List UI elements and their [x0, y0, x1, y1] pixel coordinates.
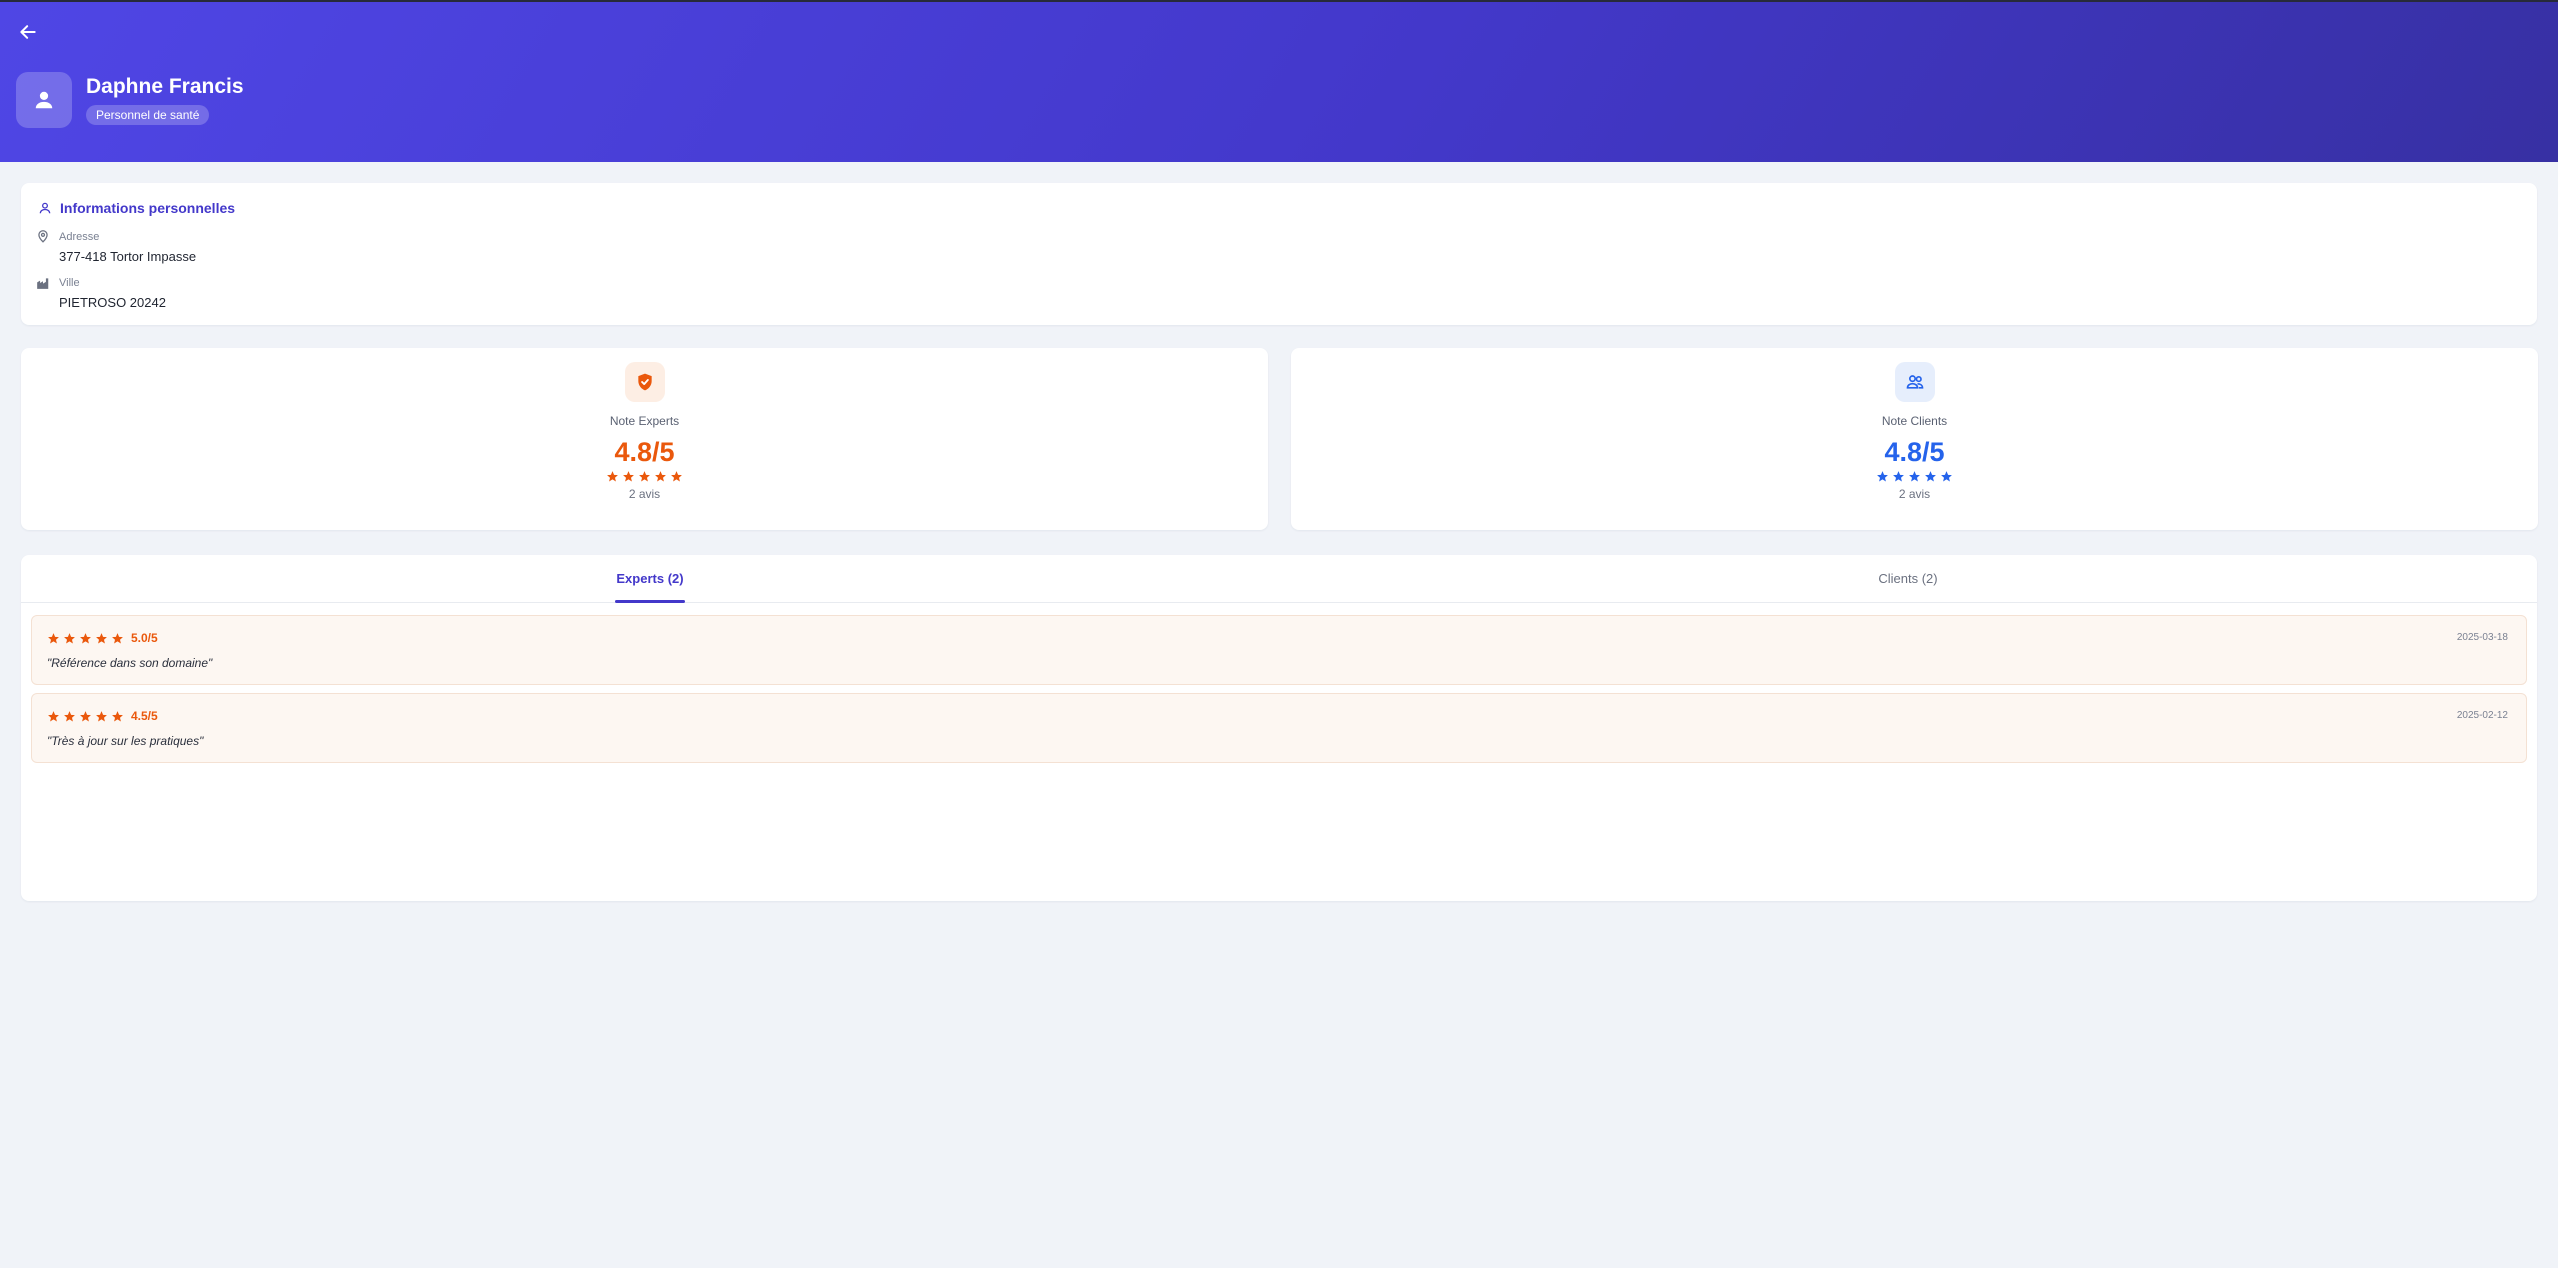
star-icon	[96, 632, 107, 643]
star-icon	[607, 471, 618, 482]
star-icon	[96, 710, 107, 721]
star-icon	[80, 632, 91, 643]
tab-clients[interactable]: Clients (2)	[1279, 555, 2537, 603]
star-icon	[671, 471, 682, 482]
star-icon	[1877, 471, 1888, 482]
review-score: 4.5/5	[131, 709, 158, 723]
star-icon	[48, 710, 59, 721]
clients-rating-card: Note Clients 4.8/5 2 avis	[1291, 348, 2538, 530]
experts-rating-label: Note Experts	[609, 414, 680, 428]
review-item: 5.0/5 2025-03-18 "Référence dans son dom…	[31, 615, 2527, 685]
profile-name: Daphne Francis	[86, 75, 244, 98]
experts-rating-count: 2 avis	[628, 487, 661, 501]
star-icon	[64, 710, 75, 721]
star-icon	[1893, 471, 1904, 482]
review-date: 2025-03-18	[2456, 632, 2508, 643]
star-icon	[639, 471, 650, 482]
tab-experts-label: Experts (2)	[615, 555, 685, 603]
star-icon	[1925, 471, 1936, 482]
arrow-left-icon	[20, 25, 36, 39]
users-icon	[1906, 375, 1923, 389]
clients-rating-label: Note Clients	[1881, 414, 1948, 428]
clients-rating-stars	[1876, 470, 1953, 483]
star-icon	[623, 471, 634, 482]
address-label: Adresse	[59, 231, 100, 243]
building-icon	[37, 278, 49, 289]
star-icon	[112, 632, 123, 643]
experts-icon-box	[624, 362, 665, 402]
tab-clients-label: Clients (2)	[1878, 571, 1938, 586]
address-value: 377-418 Tortor Impasse	[59, 249, 197, 264]
reviews-tabs: Experts (2) Clients (2)	[21, 555, 2537, 603]
review-date: 2025-02-12	[2456, 710, 2508, 721]
star-icon	[112, 710, 123, 721]
star-icon	[655, 471, 666, 482]
review-stars: 4.5/5	[47, 709, 158, 723]
back-button[interactable]	[14, 18, 42, 46]
review-item: 4.5/5 2025-02-12 "Très à jour sur les pr…	[31, 693, 2527, 763]
review-star-row	[47, 710, 124, 723]
role-badge: Personnel de santé	[86, 105, 210, 125]
review-star-row	[47, 632, 124, 645]
experts-rating-card: Note Experts 4.8/5 2 avis	[21, 348, 1268, 530]
city-label: Ville	[59, 277, 80, 289]
experts-rating-score: 4.8/5	[614, 437, 675, 467]
tab-experts[interactable]: Experts (2)	[21, 555, 1279, 603]
star-icon	[1909, 471, 1920, 482]
clients-rating-count: 2 avis	[1898, 487, 1931, 501]
review-score: 5.0/5	[131, 631, 158, 645]
clients-rating-score: 4.8/5	[1884, 437, 1945, 467]
star-icon	[80, 710, 91, 721]
star-icon	[64, 632, 75, 643]
review-text: "Très à jour sur les pratiques"	[47, 734, 204, 748]
clients-icon-box	[1894, 362, 1935, 402]
star-icon	[48, 632, 59, 643]
city-value: PIETROSO 20242	[59, 295, 166, 310]
user-icon	[35, 91, 53, 109]
avatar	[16, 72, 72, 128]
reviews-card: Experts (2) Clients (2) 5.0/5 2025-03-18…	[21, 555, 2537, 901]
profile-header: Daphne Francis Personnel de santé	[0, 0, 2558, 162]
personal-info-title: Informations personnelles	[38, 200, 235, 216]
review-text: "Référence dans son domaine"	[47, 656, 213, 670]
map-pin-icon	[38, 230, 48, 243]
star-icon	[1941, 471, 1952, 482]
personal-info-title-text: Informations personnelles	[60, 200, 236, 216]
user-outline-icon	[39, 202, 51, 214]
shield-check-icon	[637, 373, 652, 391]
review-stars: 5.0/5	[47, 631, 158, 645]
experts-rating-stars	[606, 470, 683, 483]
personal-info-card	[21, 183, 2537, 325]
